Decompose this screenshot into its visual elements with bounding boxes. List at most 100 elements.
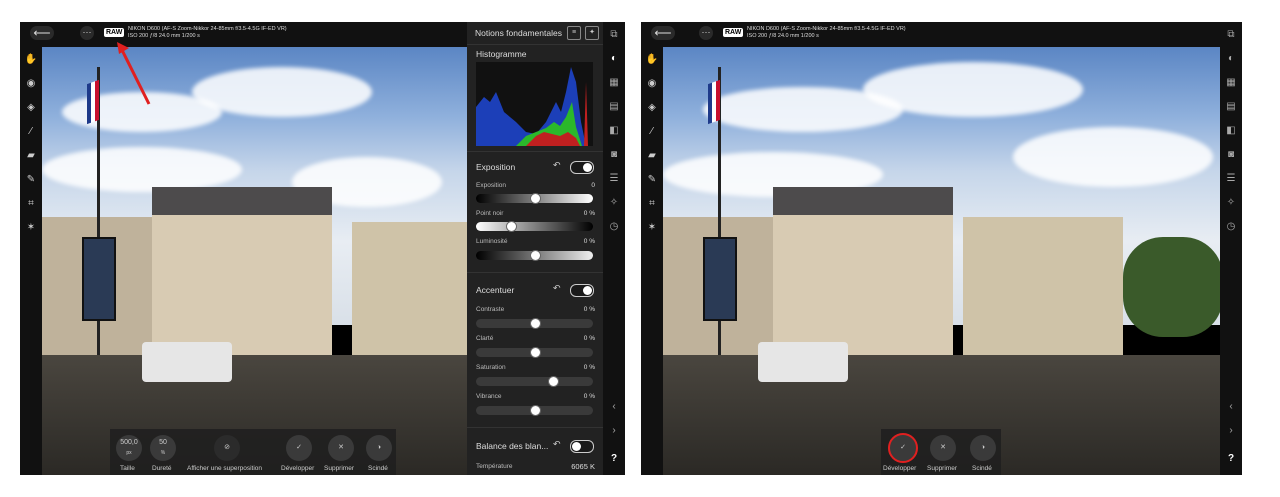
- hand-icon[interactable]: ✋: [645, 53, 659, 67]
- bandage-icon[interactable]: ▰: [24, 149, 38, 163]
- brightness-slider[interactable]: [476, 250, 593, 261]
- right-building: [352, 222, 472, 357]
- black-point-slider[interactable]: [476, 221, 593, 232]
- layers-icon[interactable]: ☰: [1224, 172, 1238, 186]
- help-icon[interactable]: ?: [1224, 452, 1238, 466]
- eye-icon[interactable]: ◉: [645, 77, 659, 91]
- clarity-slider[interactable]: [476, 347, 593, 358]
- temperature-label: Température: [476, 463, 513, 470]
- histogram: [476, 62, 593, 146]
- photo-canvas[interactable]: [663, 47, 1223, 475]
- slider-value: 0 %: [583, 335, 595, 342]
- camera-icon[interactable]: ◙: [1224, 148, 1238, 162]
- hardness-unit: %: [160, 450, 166, 456]
- cloud: [42, 147, 242, 192]
- magic-wand-icon[interactable]: ✶: [24, 221, 38, 235]
- develop-button[interactable]: ✓: [888, 433, 918, 463]
- eraser-icon[interactable]: ◈: [24, 101, 38, 115]
- help-icon[interactable]: ?: [607, 452, 621, 466]
- brush-icon[interactable]: ⁄: [645, 125, 659, 139]
- more-button[interactable]: ···: [699, 26, 713, 40]
- hardness-dial[interactable]: 50 %: [150, 435, 176, 461]
- size-dial[interactable]: 500,0 px: [116, 435, 142, 461]
- right-screenshot: ⟵ ··· RAW NIKON D600 (AF-S Zoom-Nikkor 2…: [641, 22, 1242, 475]
- brush-icon[interactable]: ⁄: [24, 125, 38, 139]
- slider-value: 0 %: [583, 393, 595, 400]
- slider-value: 0 %: [583, 210, 595, 217]
- chevron-right-icon[interactable]: ›: [1224, 424, 1238, 438]
- more-button[interactable]: ···: [80, 26, 94, 40]
- exposure-slider[interactable]: [476, 193, 593, 204]
- export-icon[interactable]: ⧉: [607, 28, 621, 42]
- delete-button[interactable]: ✕: [328, 435, 354, 461]
- accent-toggle[interactable]: [570, 284, 594, 297]
- curves-icon[interactable]: ▦: [607, 76, 621, 90]
- split-tone-icon[interactable]: ✧: [1224, 196, 1238, 210]
- hardness-value: 50: [159, 439, 167, 446]
- chevron-left-icon[interactable]: ‹: [1224, 400, 1238, 414]
- slider-label: Vibrance: [476, 393, 502, 400]
- eraser-icon[interactable]: ◈: [645, 101, 659, 115]
- levels-icon[interactable]: ▤: [607, 100, 621, 114]
- slider-label: Point noir: [476, 210, 504, 217]
- pin-icon[interactable]: ✦: [585, 26, 599, 40]
- size-unit: px: [126, 450, 132, 456]
- accent-title: Accentuer: [476, 285, 515, 295]
- hardness-label: Dureté: [152, 465, 172, 472]
- crop-icon[interactable]: ⌗: [645, 197, 659, 211]
- delete-button[interactable]: ✕: [930, 435, 956, 461]
- undo-wb-icon[interactable]: ↶: [553, 439, 561, 450]
- magic-wand-icon[interactable]: ✶: [645, 221, 659, 235]
- basics-icon[interactable]: ◐: [1224, 52, 1238, 66]
- list-icon[interactable]: ≡: [567, 26, 581, 40]
- saturation-slider[interactable]: [476, 376, 593, 387]
- develop-button[interactable]: ✓: [286, 435, 312, 461]
- vibrance-slider[interactable]: [476, 405, 593, 416]
- history-icon[interactable]: ◷: [607, 220, 621, 234]
- size-value: 500,0: [120, 439, 138, 446]
- right-toolbar: ⧉ ◐ ▦ ▤ ◧ ◙ ☰ ✧ ◷ ‹ › ?: [603, 22, 625, 475]
- left-toolbar: ✋ ◉ ◈ ⁄ ▰ ✎ ⌗ ✶: [20, 47, 42, 475]
- lens-icon[interactable]: ◧: [1224, 124, 1238, 138]
- photo-canvas[interactable]: [42, 47, 472, 475]
- undo-exposure-icon[interactable]: ↶: [553, 160, 561, 171]
- split-tone-icon[interactable]: ✧: [607, 196, 621, 210]
- layers-icon[interactable]: ☰: [607, 172, 621, 186]
- chevron-right-icon[interactable]: ›: [607, 424, 621, 438]
- wb-toggle[interactable]: [570, 440, 594, 453]
- temperature-value: 6065 K: [571, 462, 595, 471]
- undo-accent-icon[interactable]: ↶: [553, 283, 561, 294]
- eye-icon[interactable]: ◉: [24, 77, 38, 91]
- camera-icon[interactable]: ◙: [607, 148, 621, 162]
- delete-label: Supprimer: [927, 465, 957, 472]
- history-icon[interactable]: ◷: [1224, 220, 1238, 234]
- chevron-left-icon[interactable]: ‹: [607, 400, 621, 414]
- basics-icon[interactable]: ◐: [607, 52, 621, 66]
- bandage-icon[interactable]: ▰: [645, 149, 659, 163]
- hand-icon[interactable]: ✋: [24, 53, 38, 67]
- dropper-icon[interactable]: ✎: [24, 173, 38, 187]
- curves-icon[interactable]: ▦: [1224, 76, 1238, 90]
- exposure-toggle[interactable]: [570, 161, 594, 174]
- back-button[interactable]: ⟵: [651, 26, 675, 40]
- contrast-slider[interactable]: [476, 318, 593, 329]
- crop-icon[interactable]: ⌗: [24, 197, 38, 211]
- slider-value: 0 %: [583, 364, 595, 371]
- split-button[interactable]: ◑: [970, 435, 996, 461]
- red-annotation-arrow: [117, 42, 151, 105]
- slider-value: 0: [591, 182, 595, 189]
- dropper-icon[interactable]: ✎: [645, 173, 659, 187]
- overlay-button[interactable]: ⊘: [214, 435, 240, 461]
- back-button[interactable]: ⟵: [30, 26, 54, 40]
- cloud: [192, 67, 372, 117]
- main-building: [152, 187, 332, 357]
- levels-icon[interactable]: ▤: [1224, 100, 1238, 114]
- adjustments-panel: Notions fondamentales ≡ ✦ Histogramme Ex…: [467, 22, 603, 475]
- export-icon[interactable]: ⧉: [1224, 28, 1238, 42]
- camera-info: NIKON D600 (AF-S Zoom-Nikkor 24-85mm f/3…: [128, 26, 287, 39]
- histogram-title: Histogramme: [476, 49, 527, 59]
- slider-label: Luminosité: [476, 238, 508, 245]
- split-button[interactable]: ◑: [366, 435, 392, 461]
- left-screenshot: ⟵ ··· RAW NIKON D600 (AF-S Zoom-Nikkor 2…: [20, 22, 625, 475]
- lens-icon[interactable]: ◧: [607, 124, 621, 138]
